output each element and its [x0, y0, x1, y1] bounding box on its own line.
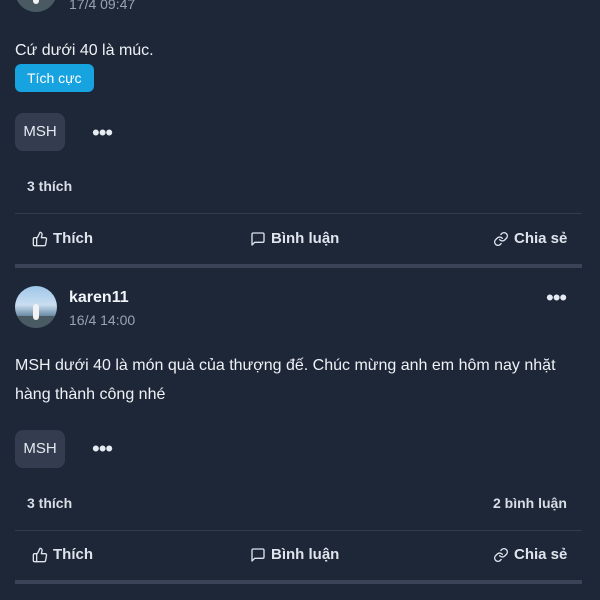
- avatar[interactable]: [15, 0, 57, 12]
- thumbs-up-icon: [32, 547, 48, 562]
- comment-icon: [251, 547, 265, 562]
- post-separator: [15, 264, 582, 268]
- like-button[interactable]: Thích: [32, 230, 93, 247]
- post-timestamp: 16/4 14:00: [69, 312, 136, 328]
- more-icon[interactable]: •••: [546, 287, 567, 309]
- divider: [15, 213, 582, 214]
- share-button[interactable]: Chia sẻ: [493, 230, 567, 247]
- post-timestamp: 17/4 09:47: [69, 0, 136, 12]
- share-label: Chia sẻ: [514, 546, 568, 563]
- comment-icon: [251, 231, 265, 246]
- share-label: Chia sẻ: [514, 230, 568, 247]
- more-icon[interactable]: •••: [92, 122, 113, 144]
- sentiment-badge: Tích cực: [15, 64, 94, 92]
- like-button[interactable]: Thích: [32, 546, 93, 563]
- divider: [15, 530, 582, 531]
- post-content: Cứ dưới 40 là múc.: [15, 42, 154, 59]
- like-label: Thích: [53, 230, 93, 247]
- link-icon: [494, 231, 508, 246]
- share-button[interactable]: Chia sẻ: [493, 546, 567, 563]
- post-content: MSH dưới 40 là món quà của thượng đế. Ch…: [15, 357, 556, 403]
- more-icon[interactable]: •••: [92, 438, 113, 460]
- like-count[interactable]: 3 thích: [27, 178, 72, 194]
- ticker-chip[interactable]: MSH: [15, 430, 65, 468]
- post-separator: [15, 580, 582, 584]
- comment-button[interactable]: Bình luận: [250, 546, 339, 563]
- comment-button[interactable]: Bình luận: [250, 230, 339, 247]
- like-label: Thích: [53, 546, 93, 563]
- comment-label: Bình luận: [271, 546, 340, 563]
- post-username[interactable]: karen11: [69, 289, 129, 307]
- comment-label: Bình luận: [271, 230, 340, 247]
- avatar[interactable]: [15, 286, 57, 328]
- thumbs-up-icon: [32, 231, 48, 246]
- like-count[interactable]: 3 thích: [27, 495, 72, 511]
- comment-count[interactable]: 2 bình luận: [493, 495, 567, 511]
- link-icon: [494, 547, 508, 562]
- ticker-chip[interactable]: MSH: [15, 113, 65, 151]
